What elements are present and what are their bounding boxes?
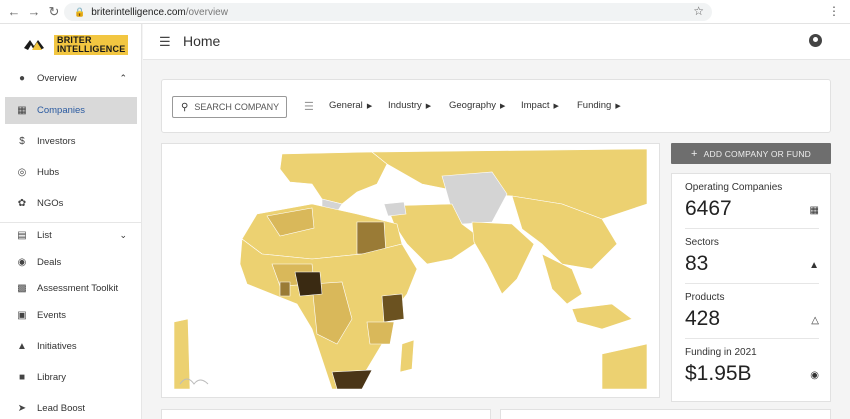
stat-products: Products 428 △: [685, 284, 819, 339]
caret-right-icon: ▶: [425, 103, 432, 110]
filter-general[interactable]: General ▶: [329, 100, 372, 111]
stat-value: 428: [685, 307, 721, 330]
caret-right-icon: ▶: [500, 103, 506, 110]
table-icon: ▤: [17, 230, 27, 241]
map-region-madagascar[interactable]: [399, 339, 415, 373]
sidebar-item-hubs[interactable]: ◎ Hubs: [5, 159, 137, 186]
url-path: /overview: [185, 6, 228, 18]
forward-icon[interactable]: →: [24, 2, 44, 22]
map-region-nigeria[interactable]: [294, 271, 323, 297]
url-domain: briterintelligence.com: [91, 6, 186, 18]
sidebar-item-investors[interactable]: $ Investors: [5, 128, 137, 155]
menu-toggle-icon[interactable]: ☰: [159, 34, 171, 50]
logo-mark-icon: [24, 40, 44, 50]
add-company-or-fund-button[interactable]: + ADD COMPANY OR FUND: [671, 143, 831, 164]
back-icon[interactable]: ←: [4, 2, 24, 22]
book-icon: ■: [18, 372, 26, 383]
filter-funding[interactable]: Funding ▶: [577, 100, 621, 111]
bottom-card-right: [500, 409, 831, 419]
stat-label: Products: [685, 292, 725, 303]
map-region-tanzania[interactable]: [366, 321, 395, 345]
sidebar-item-overview[interactable]: ● Overview ⌃: [5, 65, 137, 92]
world-map-svg[interactable]: [162, 144, 659, 397]
globe-icon: ●: [18, 73, 26, 84]
hub-icon: ◎: [17, 167, 27, 178]
building-icon: ▦: [809, 205, 819, 216]
reload-icon[interactable]: ↻: [44, 2, 64, 22]
address-bar[interactable]: 🔒 briterintelligence.com/overview ☆: [64, 3, 712, 21]
lock-icon: 🔒: [74, 6, 86, 17]
caret-right-icon: ▶: [553, 103, 559, 110]
stat-value: $1.95B: [685, 362, 752, 385]
chevron-down-icon[interactable]: ⌄: [119, 230, 127, 241]
page-title: Home: [183, 33, 221, 49]
shapes-icon: ▲: [809, 260, 819, 271]
search-company-button[interactable]: ⚲ SEARCH COMPANY: [172, 96, 287, 118]
stat-value: 6467: [685, 197, 732, 220]
sidebar-item-list[interactable]: ▤ List ⌄: [5, 222, 137, 249]
search-icon: ⚲: [181, 101, 189, 113]
flame-icon: ▲: [17, 341, 27, 352]
account-icon[interactable]: [809, 34, 822, 47]
app-header: ☰ Home: [143, 24, 850, 60]
sidebar-item-lead-boost[interactable]: ➤ Lead Boost: [5, 395, 137, 419]
map-region-south-america[interactable]: [173, 318, 191, 390]
brand-logo[interactable]: BRITER INTELLIGENCE: [24, 34, 129, 56]
plus-icon: +: [690, 147, 698, 160]
filter-icon[interactable]: ☰: [304, 100, 314, 113]
map-region-nodata[interactable]: [383, 201, 407, 217]
sidebar-item-library[interactable]: ■ Library: [5, 364, 137, 391]
chevron-up-icon[interactable]: ⌃: [119, 73, 127, 84]
sidebar-item-initiatives[interactable]: ▲ Initiatives: [5, 333, 137, 360]
map-region-kenya[interactable]: [381, 293, 405, 323]
stat-funding-2021: Funding in 2021 $1.95B ◉: [685, 339, 819, 394]
calendar-icon: ▣: [17, 310, 27, 321]
caret-right-icon: ▶: [615, 103, 621, 110]
dollar-circle-icon: ◉: [810, 370, 819, 381]
sidebar: BRITER INTELLIGENCE ● Overview ⌃ ▦ Compa…: [0, 24, 142, 419]
coin-icon: ◉: [17, 257, 27, 268]
sidebar-item-deals[interactable]: ◉ Deals: [5, 249, 137, 276]
map-region-ghana[interactable]: [279, 281, 291, 297]
sidebar-item-companies[interactable]: ▦ Companies: [5, 97, 137, 124]
stat-sectors: Sectors 83 ▲: [685, 229, 819, 284]
choropleth-map[interactable]: [161, 143, 660, 398]
building-icon: ▦: [17, 105, 27, 116]
leaf-icon: ✿: [17, 198, 27, 209]
stat-operating-companies: Operating Companies 6467 ▦: [685, 174, 819, 229]
filter-geography[interactable]: Geography ▶: [449, 100, 505, 111]
bookmark-star-icon[interactable]: ☆: [693, 4, 704, 18]
dollar-icon: $: [19, 136, 25, 147]
stat-label: Funding in 2021: [685, 347, 757, 358]
filter-bar: ⚲ SEARCH COMPANY ☰ General ▶ Industry ▶ Ge…: [161, 79, 831, 133]
filter-industry[interactable]: Industry ▶: [388, 100, 431, 111]
bottom-card-left: [161, 409, 491, 419]
sidebar-item-events[interactable]: ▣ Events: [5, 302, 137, 329]
logo-wordmark: BRITER INTELLIGENCE: [54, 35, 129, 55]
stats-panel: Operating Companies 6467 ▦ Sectors 83 ▲ …: [671, 173, 831, 402]
browser-toolbar: ← → ↻ 🔒 briterintelligence.com/overview …: [0, 0, 850, 24]
browser-menu-icon[interactable]: ⋮: [828, 4, 840, 18]
clipboard-icon: ▩: [17, 283, 27, 294]
filter-impact[interactable]: Impact ▶: [521, 100, 559, 111]
caret-right-icon: ▶: [366, 103, 373, 110]
stat-label: Sectors: [685, 237, 719, 248]
stat-value: 83: [685, 252, 709, 275]
stat-label: Operating Companies: [685, 182, 783, 193]
sidebar-item-assessment-toolkit[interactable]: ▩ Assessment Toolkit: [5, 275, 137, 302]
sidebar-item-ngos[interactable]: ✿ NGOs: [5, 190, 137, 217]
shapes-outline-icon: △: [811, 315, 819, 326]
rocket-icon: ➤: [17, 403, 27, 414]
